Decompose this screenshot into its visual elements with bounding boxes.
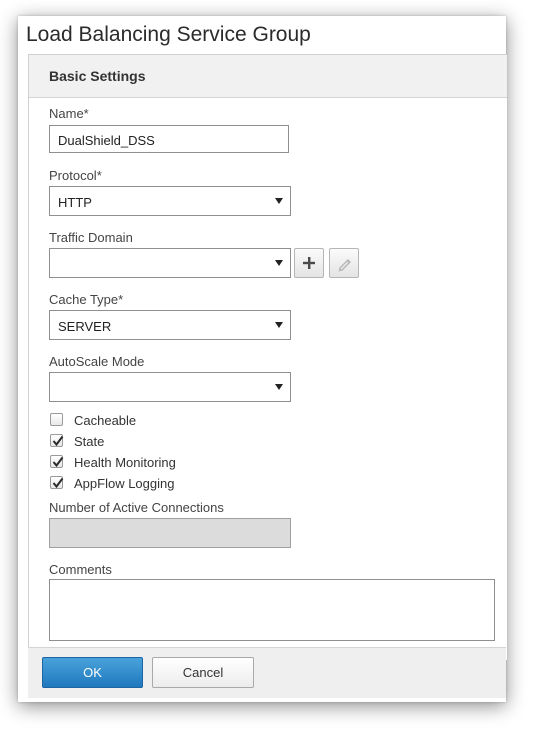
- add-traffic-domain-button[interactable]: [294, 248, 324, 278]
- active-connections-label: Number of Active Connections: [49, 500, 224, 515]
- protocol-value: HTTP: [58, 195, 92, 210]
- active-connections-field: [49, 518, 291, 548]
- protocol-label: Protocol*: [49, 168, 102, 183]
- check-icon: [52, 477, 64, 489]
- appflow-logging-checkbox[interactable]: [50, 476, 64, 489]
- cacheable-label: Cacheable: [74, 413, 137, 428]
- caret-down-icon: [275, 260, 283, 266]
- plus-icon: [303, 257, 315, 269]
- health-monitoring-label: Health Monitoring: [74, 455, 176, 470]
- edit-traffic-domain-button[interactable]: [329, 248, 359, 278]
- caret-down-icon: [275, 322, 283, 328]
- state-checkbox[interactable]: [50, 434, 64, 447]
- cacheable-checkbox[interactable]: [50, 413, 63, 426]
- cache-type-value: SERVER: [58, 319, 112, 334]
- dialog-title: Load Balancing Service Group: [26, 23, 311, 46]
- pencil-icon: [338, 258, 352, 272]
- cache-type-select[interactable]: SERVER: [49, 310, 291, 340]
- basic-settings-header: Basic Settings: [29, 55, 507, 98]
- autoscale-mode-select[interactable]: [49, 372, 291, 402]
- protocol-select[interactable]: HTTP: [49, 186, 291, 216]
- health-monitoring-checkbox[interactable]: [50, 455, 64, 468]
- basic-settings-title: Basic Settings: [49, 68, 146, 84]
- state-label: State: [74, 434, 105, 449]
- service-group-dialog: Load Balancing Service Group Basic Setti…: [18, 16, 507, 702]
- appflow-logging-label: AppFlow Logging: [74, 476, 175, 491]
- dialog-footer: OK Cancel: [28, 647, 506, 698]
- caret-down-icon: [275, 198, 283, 204]
- basic-settings-panel: Basic Settings Name* DualShield_DSS Prot…: [28, 54, 507, 660]
- traffic-domain-select[interactable]: [49, 248, 291, 278]
- name-input[interactable]: DualShield_DSS: [49, 125, 289, 153]
- cache-type-label: Cache Type*: [49, 292, 124, 307]
- check-icon: [52, 435, 64, 447]
- caret-down-icon: [275, 384, 283, 390]
- comments-textarea[interactable]: [49, 579, 495, 641]
- comments-label: Comments: [49, 562, 112, 577]
- traffic-domain-label: Traffic Domain: [49, 230, 133, 245]
- ok-button[interactable]: OK: [42, 657, 143, 688]
- cancel-button[interactable]: Cancel: [152, 657, 254, 688]
- autoscale-mode-label: AutoScale Mode: [49, 354, 145, 369]
- check-icon: [52, 456, 64, 468]
- name-label: Name*: [49, 106, 89, 121]
